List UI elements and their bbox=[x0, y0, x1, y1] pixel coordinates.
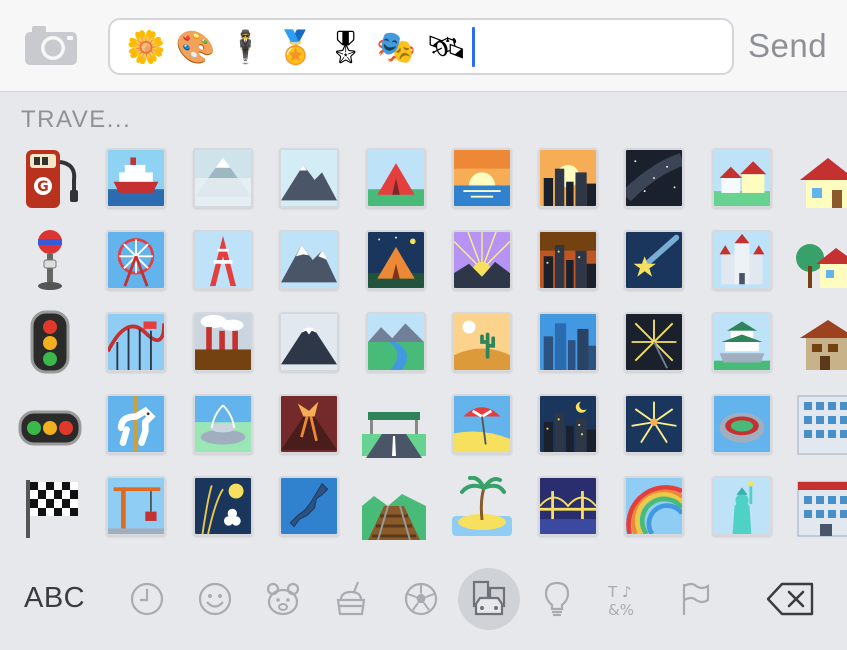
river-park-emoji[interactable] bbox=[366, 312, 426, 372]
stadium-emoji[interactable] bbox=[712, 394, 772, 454]
lightbulb-icon[interactable] bbox=[538, 580, 576, 618]
tent-day-emoji[interactable] bbox=[366, 148, 426, 208]
symbols-icon[interactable]: T ♪ &% bbox=[606, 580, 644, 618]
food-icon[interactable] bbox=[332, 580, 370, 618]
sunrise-over-mountains-emoji[interactable] bbox=[452, 230, 512, 290]
factory-emoji[interactable] bbox=[193, 312, 253, 372]
bridge-at-night-emoji[interactable] bbox=[538, 476, 598, 536]
house-emoji[interactable] bbox=[798, 150, 847, 214]
desert-island-emoji[interactable] bbox=[450, 476, 514, 540]
svg-text:&%: &% bbox=[608, 601, 634, 618]
svg-text:T: T bbox=[607, 583, 618, 601]
construction-crane-emoji[interactable] bbox=[106, 476, 166, 536]
city-dusk-emoji[interactable] bbox=[538, 230, 598, 290]
sparkler-emoji[interactable] bbox=[624, 312, 684, 372]
volcano-emoji[interactable] bbox=[279, 394, 339, 454]
traffic-light-horizontal-emoji[interactable] bbox=[18, 396, 82, 460]
office-building-emoji[interactable] bbox=[796, 394, 847, 458]
house-with-garden-emoji[interactable] bbox=[794, 230, 847, 294]
traffic-light-vertical-emoji[interactable] bbox=[20, 310, 84, 374]
bear-icon[interactable] bbox=[264, 580, 302, 618]
mount-fuji-mist-emoji[interactable] bbox=[193, 148, 253, 208]
cityscape-emoji[interactable] bbox=[538, 312, 598, 372]
city-sunset-emoji[interactable] bbox=[538, 148, 598, 208]
svg-text:G: G bbox=[37, 179, 49, 195]
mount-fuji-emoji[interactable] bbox=[279, 312, 339, 372]
sunrise-emoji[interactable] bbox=[452, 148, 512, 208]
busstop-emoji[interactable] bbox=[20, 228, 84, 292]
japanese-castle-emoji[interactable] bbox=[712, 312, 772, 372]
milky-way-emoji[interactable] bbox=[624, 148, 684, 208]
houses-emoji[interactable] bbox=[712, 148, 772, 208]
carousel-horse-emoji[interactable] bbox=[106, 394, 166, 454]
ship-emoji[interactable] bbox=[106, 148, 166, 208]
railway-track-emoji[interactable] bbox=[362, 476, 426, 540]
ferris-wheel-emoji[interactable] bbox=[106, 230, 166, 290]
roller-coaster-emoji[interactable] bbox=[106, 312, 166, 372]
night-city-emoji[interactable] bbox=[538, 394, 598, 454]
backspace-icon[interactable] bbox=[766, 580, 816, 618]
flag-icon[interactable] bbox=[676, 580, 714, 618]
checkered-flag-emoji[interactable] bbox=[20, 476, 84, 540]
rainbow-emoji[interactable] bbox=[624, 476, 684, 536]
shooting-star-emoji[interactable] bbox=[624, 230, 684, 290]
mountain-emoji[interactable] bbox=[279, 148, 339, 208]
tokyo-tower-emoji[interactable] bbox=[193, 230, 253, 290]
tent-night-emoji[interactable] bbox=[366, 230, 426, 290]
clock-icon[interactable] bbox=[128, 580, 166, 618]
statue-of-liberty-emoji[interactable] bbox=[712, 476, 772, 536]
fuel-pump-emoji[interactable]: G bbox=[20, 146, 84, 210]
emoji-grid: G bbox=[0, 0, 847, 565]
japan-map-emoji[interactable] bbox=[279, 476, 339, 536]
snow-mountain-emoji[interactable] bbox=[279, 230, 339, 290]
smiley-icon[interactable] bbox=[196, 580, 234, 618]
abc-button[interactable]: ABC bbox=[24, 582, 85, 615]
desert-emoji[interactable] bbox=[452, 312, 512, 372]
derelict-house-emoji[interactable] bbox=[798, 312, 847, 376]
fireworks-emoji[interactable] bbox=[624, 394, 684, 454]
hospital-emoji[interactable] bbox=[796, 476, 847, 540]
moon-viewing-emoji[interactable] bbox=[193, 476, 253, 536]
svg-text:♪: ♪ bbox=[622, 583, 632, 601]
motorway-emoji[interactable] bbox=[362, 396, 426, 460]
european-castle-emoji[interactable] bbox=[712, 230, 772, 290]
beach-umbrella-emoji[interactable] bbox=[452, 394, 512, 454]
fountain-emoji[interactable] bbox=[193, 394, 253, 454]
ball-icon[interactable] bbox=[402, 580, 440, 618]
car-building-icon[interactable] bbox=[470, 580, 508, 618]
